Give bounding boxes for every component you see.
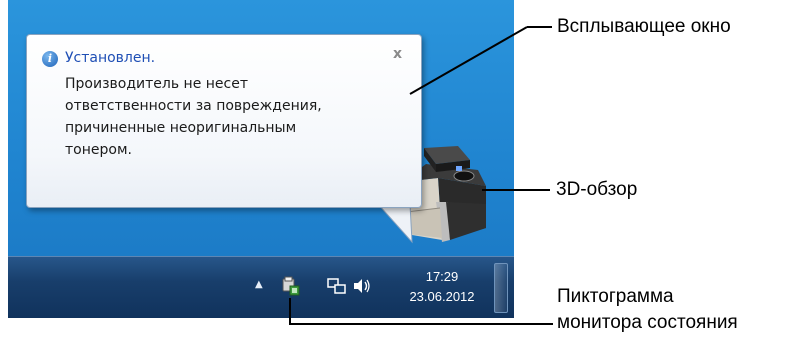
status-monitor-icon[interactable] [280, 275, 302, 297]
notification-balloon[interactable]: i Установлен. x Производитель не несет о… [26, 34, 442, 246]
volume-icon[interactable] [351, 275, 373, 297]
callout-monitor-label-line2: монитора состояния [557, 312, 738, 333]
taskbar: ▲ 17:29 23.06.2012 [8, 256, 514, 318]
close-icon[interactable]: x [393, 46, 402, 62]
balloon-line: причиненные неоригинальным [65, 120, 297, 136]
callout-monitor-label-line1: Пиктограмма [557, 286, 674, 307]
desktop-screen: i Установлен. x Производитель не несет о… [8, 0, 514, 318]
tray-arrow-icon[interactable]: ▲ [255, 279, 263, 290]
balloon-message: Производитель не несет ответственности з… [65, 73, 385, 161]
clock-time: 17:29 [425, 269, 459, 284]
callout-3d-view-label: 3D-обзор [556, 179, 638, 200]
network-icon[interactable] [326, 275, 348, 297]
callout-popup-label: Всплывающее окно [557, 16, 731, 37]
balloon-line: Производитель не несет [65, 76, 248, 92]
balloon-line: тонером. [65, 142, 132, 158]
taskbar-clock[interactable]: 17:29 23.06.2012 [398, 267, 486, 307]
balloon-line: ответственности за повреждения, [65, 98, 322, 114]
clock-date: 23.06.2012 [409, 289, 475, 304]
balloon-title: Установлен. [65, 50, 156, 66]
balloon-panel: i Установлен. x Производитель не несет о… [26, 34, 422, 208]
show-desktop-button[interactable] [494, 263, 508, 313]
info-icon: i [42, 51, 58, 67]
